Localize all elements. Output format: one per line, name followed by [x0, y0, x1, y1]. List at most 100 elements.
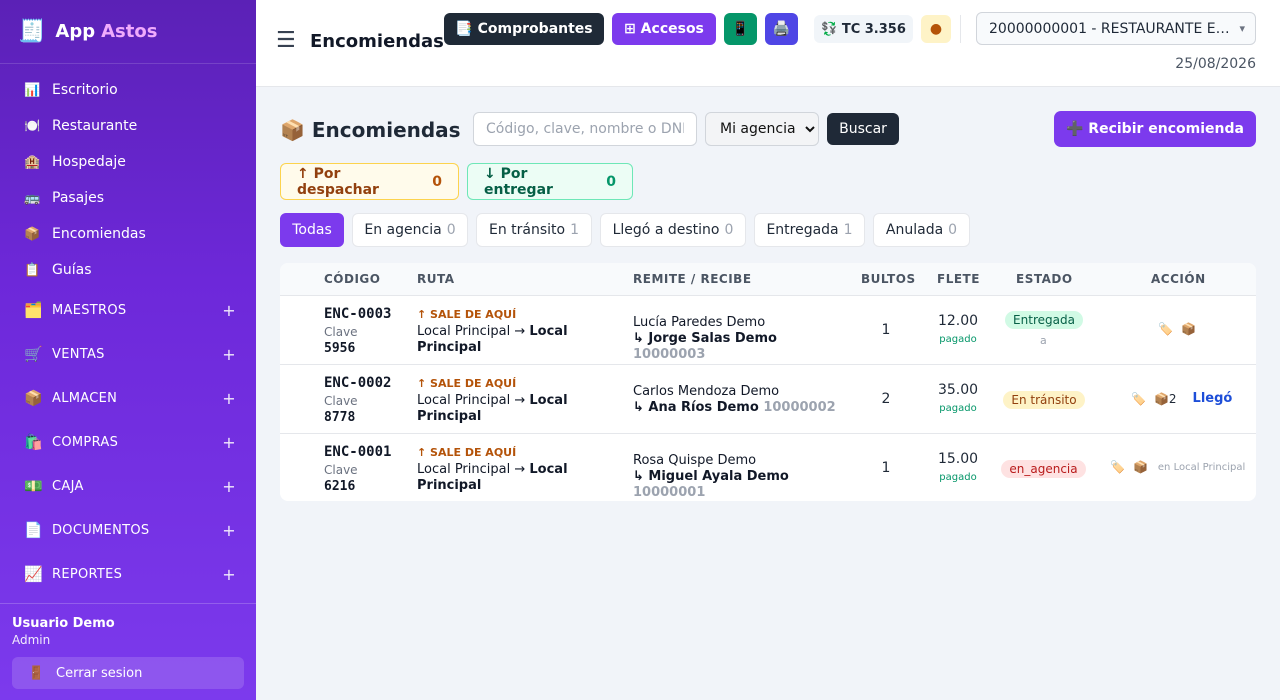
filter-entregada[interactable]: Entregada 1: [754, 213, 865, 247]
flete-amount: 15.00: [937, 451, 979, 467]
sidebar-item-guias[interactable]: 📋 Guías: [0, 252, 256, 288]
hamburger-menu-icon[interactable]: ☰: [276, 28, 296, 53]
package-icon[interactable]: 📦: [1133, 460, 1148, 474]
packages-table: CÓDIGO RUTA REMITE / RECIBE BULTOS FLETE…: [280, 263, 1256, 501]
chart-icon: 📊: [24, 82, 41, 98]
label-tag-icon[interactable]: 🏷️: [1158, 322, 1173, 336]
phone-icon: 📱: [731, 21, 750, 37]
column-header-bultos: BULTOS: [861, 272, 916, 286]
route: Local Principal → Local Principal: [417, 393, 617, 425]
logout-button[interactable]: 🚪 Cerrar sesion: [12, 657, 244, 689]
sidebar-item-label: Hospedaje: [52, 154, 126, 170]
bus-icon: 🚌: [24, 190, 41, 206]
document-icon: 📄: [24, 521, 43, 539]
plate-icon: 🍽️: [24, 118, 41, 134]
sidebar-group-ventas[interactable]: 🛒 VENTAS +: [0, 332, 256, 376]
summary-label: ↑ Por despachar: [297, 165, 379, 198]
folder-icon: 🗂️: [24, 301, 43, 319]
brand[interactable]: 🧾 App Astos: [0, 0, 256, 64]
cart-icon: 🛒: [24, 345, 43, 363]
search-input[interactable]: [473, 112, 697, 146]
receiver-name: ↳ Jorge Salas Demo: [633, 331, 777, 346]
receiver-document: 10000003: [633, 347, 706, 362]
exchange-rate-badge: 💱 TC 3.356: [814, 15, 913, 43]
chevron-down-icon: ▾: [1239, 22, 1245, 35]
whatsapp-button[interactable]: 📱: [724, 13, 757, 45]
table-row: ENC-0002 Clave 8778 ↑ SALE DE AQUÍ Local…: [280, 364, 1256, 433]
sidebar-item-escritorio[interactable]: 📊 Escritorio: [0, 72, 256, 108]
expand-icon[interactable]: +: [222, 477, 236, 496]
summary-count: 0: [432, 173, 442, 190]
package-icon[interactable]: 📦2: [1154, 392, 1177, 406]
expand-icon[interactable]: +: [222, 433, 236, 452]
agency-select[interactable]: Mi agencia: [705, 112, 819, 146]
filter-count: 0: [724, 222, 734, 238]
package-code: ENC-0002: [324, 375, 392, 391]
summary-por-despachar[interactable]: ↑ Por despachar 0: [280, 163, 459, 200]
page-title-text: Encomiendas: [311, 118, 461, 142]
sidebar-group-label: ALMACEN: [52, 390, 118, 406]
print-button[interactable]: 🖨️: [765, 13, 798, 45]
filter-en-agencia[interactable]: En agencia 0: [352, 213, 468, 247]
route: Local Principal → Local Principal: [417, 462, 617, 494]
sender-name: Rosa Quispe Demo: [633, 453, 757, 468]
status-badge: Entregada: [1005, 311, 1083, 329]
sidebar-item-label: Encomiendas: [52, 226, 146, 242]
sidebar-group-compras[interactable]: 🛍️ COMPRAS +: [0, 420, 256, 464]
filter-en-transito[interactable]: En tránsito 1: [476, 213, 592, 247]
sidebar-item-label: Restaurante: [52, 118, 138, 134]
sidebar-group-almacen[interactable]: 📦 ALMACEN +: [0, 376, 256, 420]
comprobantes-button[interactable]: 📑 Comprobantes: [444, 13, 604, 45]
expand-icon[interactable]: +: [222, 345, 236, 364]
table-row: ENC-0003 Clave 5956 ↑ SALE DE AQUÍ Local…: [280, 295, 1256, 364]
bultos-count: 1: [881, 460, 891, 476]
expand-icon[interactable]: +: [222, 521, 236, 540]
expand-icon[interactable]: +: [222, 301, 236, 320]
summary-por-entregar[interactable]: ↓ Por entregar 0: [467, 163, 633, 200]
status-indicator[interactable]: ●: [921, 15, 951, 43]
label-tag-icon[interactable]: 🏷️: [1110, 460, 1125, 474]
sidebar-item-pasajes[interactable]: 🚌 Pasajes: [0, 180, 256, 216]
label-tag-icon[interactable]: 🏷️: [1131, 392, 1146, 406]
sidebar-group-caja[interactable]: 💵 CAJA +: [0, 464, 256, 508]
clave-value: 6216: [324, 479, 356, 494]
flete-amount: 35.00: [937, 382, 979, 398]
column-header-ruta: RUTA: [417, 272, 455, 286]
package-icon[interactable]: 📦: [1181, 322, 1196, 336]
filter-todas[interactable]: Todas: [280, 213, 344, 247]
receiver-document: 10000002: [763, 400, 836, 415]
filter-anulada[interactable]: Anulada 0: [873, 213, 970, 247]
sidebar-item-encomiendas[interactable]: 📦 Encomiendas: [0, 216, 256, 252]
mark-arrived-link[interactable]: Llegó: [1193, 391, 1233, 406]
clave-label: Clave: [324, 394, 358, 408]
filter-label: Llegó a destino: [612, 222, 720, 238]
filter-label: En tránsito: [488, 222, 566, 238]
route: Local Principal → Local Principal: [417, 324, 617, 356]
sidebar-group-documentos[interactable]: 📄 DOCUMENTOS +: [0, 508, 256, 552]
filter-label: Todas: [292, 222, 332, 238]
departure-tag: ↑ SALE DE AQUÍ: [417, 446, 517, 459]
receive-package-button[interactable]: ➕ Recibir encomienda: [1054, 111, 1256, 147]
sidebar-group-reportes[interactable]: 📈 REPORTES +: [0, 552, 256, 596]
sidebar-group-maestros[interactable]: 🗂️ MAESTROS +: [0, 288, 256, 332]
sidebar-item-hospedaje[interactable]: 🏨 Hospedaje: [0, 144, 256, 180]
main-content: 📦 Encomiendas Mi agencia Buscar ➕ Recibi…: [280, 87, 1256, 501]
sidebar-item-restaurante[interactable]: 🍽️ Restaurante: [0, 108, 256, 144]
row-actions: 🏷️ 📦2 Llegó: [1131, 391, 1232, 406]
receiver-name: ↳ Ana Ríos Demo: [633, 400, 759, 415]
accesos-button[interactable]: ⊞ Accesos: [612, 13, 716, 45]
expand-icon[interactable]: +: [222, 389, 236, 408]
logout-label: Cerrar sesion: [56, 665, 143, 681]
cash-icon: 💵: [24, 477, 43, 495]
clipboard-icon: 📋: [24, 262, 41, 278]
filter-llego-a-destino[interactable]: Llegó a destino 0: [600, 213, 746, 247]
sidebar-item-label: Guías: [52, 262, 92, 278]
company-select[interactable]: 20000000001 - RESTAURANTE EJEMPLO ▾: [976, 12, 1256, 45]
summary-label: ↓ Por entregar: [484, 165, 553, 198]
receiver: ↳ Ana Ríos Demo 10000002: [633, 400, 853, 416]
search-button[interactable]: Buscar: [827, 113, 899, 145]
receiver-name: ↳ Miguel Ayala Demo: [633, 469, 789, 484]
departure-tag: ↑ SALE DE AQUÍ: [417, 377, 517, 390]
expand-icon[interactable]: +: [222, 565, 236, 584]
departure-tag: ↑ SALE DE AQUÍ: [417, 308, 517, 321]
